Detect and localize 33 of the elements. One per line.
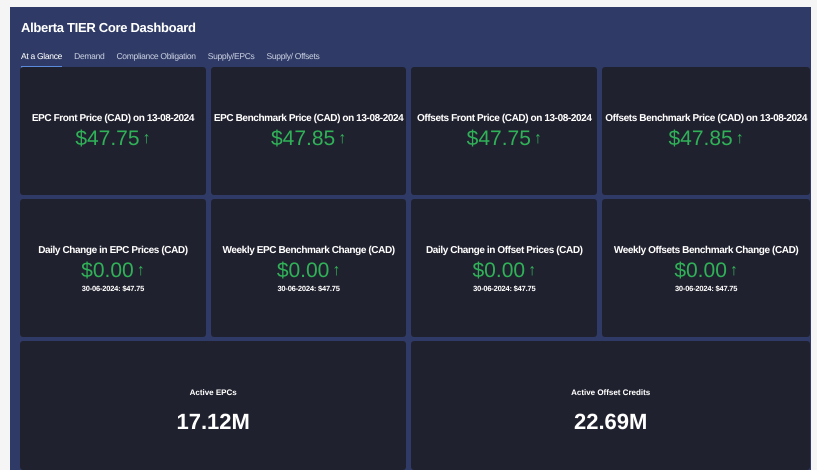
metric-value: $0.00 [674, 258, 727, 283]
metric-title: Daily Change in Offset Prices (CAD) [426, 244, 583, 258]
trend-arrow: ↑ [338, 129, 346, 148]
metric-value: $0.00 [276, 258, 330, 283]
trend-arrow: ↑ [534, 129, 542, 148]
tab[interactable]: Demand [74, 50, 104, 68]
metric-value: $47.85 [270, 126, 336, 152]
metric-title: EPC Benchmark Price (CAD) on 13-08-2024 [214, 112, 404, 126]
trend-arrow: ↑ [736, 129, 744, 148]
metric-title: Weekly EPC Benchmark Change (CAD) [222, 244, 395, 258]
metric-value: $47.75 [75, 126, 140, 152]
metric-value: $0.00 [472, 258, 526, 283]
metric-value: 17.12M [176, 408, 250, 436]
metric-title: Weekly Offsets Benchmark Change (CAD) [614, 244, 798, 258]
trend-arrow: ↑ [528, 260, 536, 280]
trend-arrow: ↑ [730, 260, 738, 280]
dashboard-title: Alberta TIER Core Dashboard [20, 19, 197, 37]
trend-arrow: ↑ [136, 260, 145, 280]
metric-title: Active EPCs [190, 387, 237, 400]
metric-value: $47.75 [466, 126, 531, 152]
metric-title: Offsets Benchmark Price (CAD) on 13-08-2024 [605, 112, 807, 126]
tab[interactable]: Supply/EPCs [208, 50, 254, 68]
tab[interactable]: Supply/ Offsets [266, 50, 320, 68]
metric-title: EPC Front Price (CAD) on 13-08-2024 [32, 112, 194, 126]
metric-title: Active Offset Credits [571, 387, 650, 400]
metric-value: 22.69M [574, 408, 648, 436]
tab[interactable]: Compliance Obligation [116, 50, 196, 68]
metric-value: $47.85 [668, 126, 733, 152]
metric-value: $0.00 [81, 258, 134, 283]
trend-arrow: ↑ [332, 260, 340, 280]
metric-title: Offsets Front Price (CAD) on 13-08-2024 [417, 112, 592, 126]
trend-arrow: ↑ [142, 129, 151, 148]
metric-title: Daily Change in EPC Prices (CAD) [38, 244, 188, 258]
